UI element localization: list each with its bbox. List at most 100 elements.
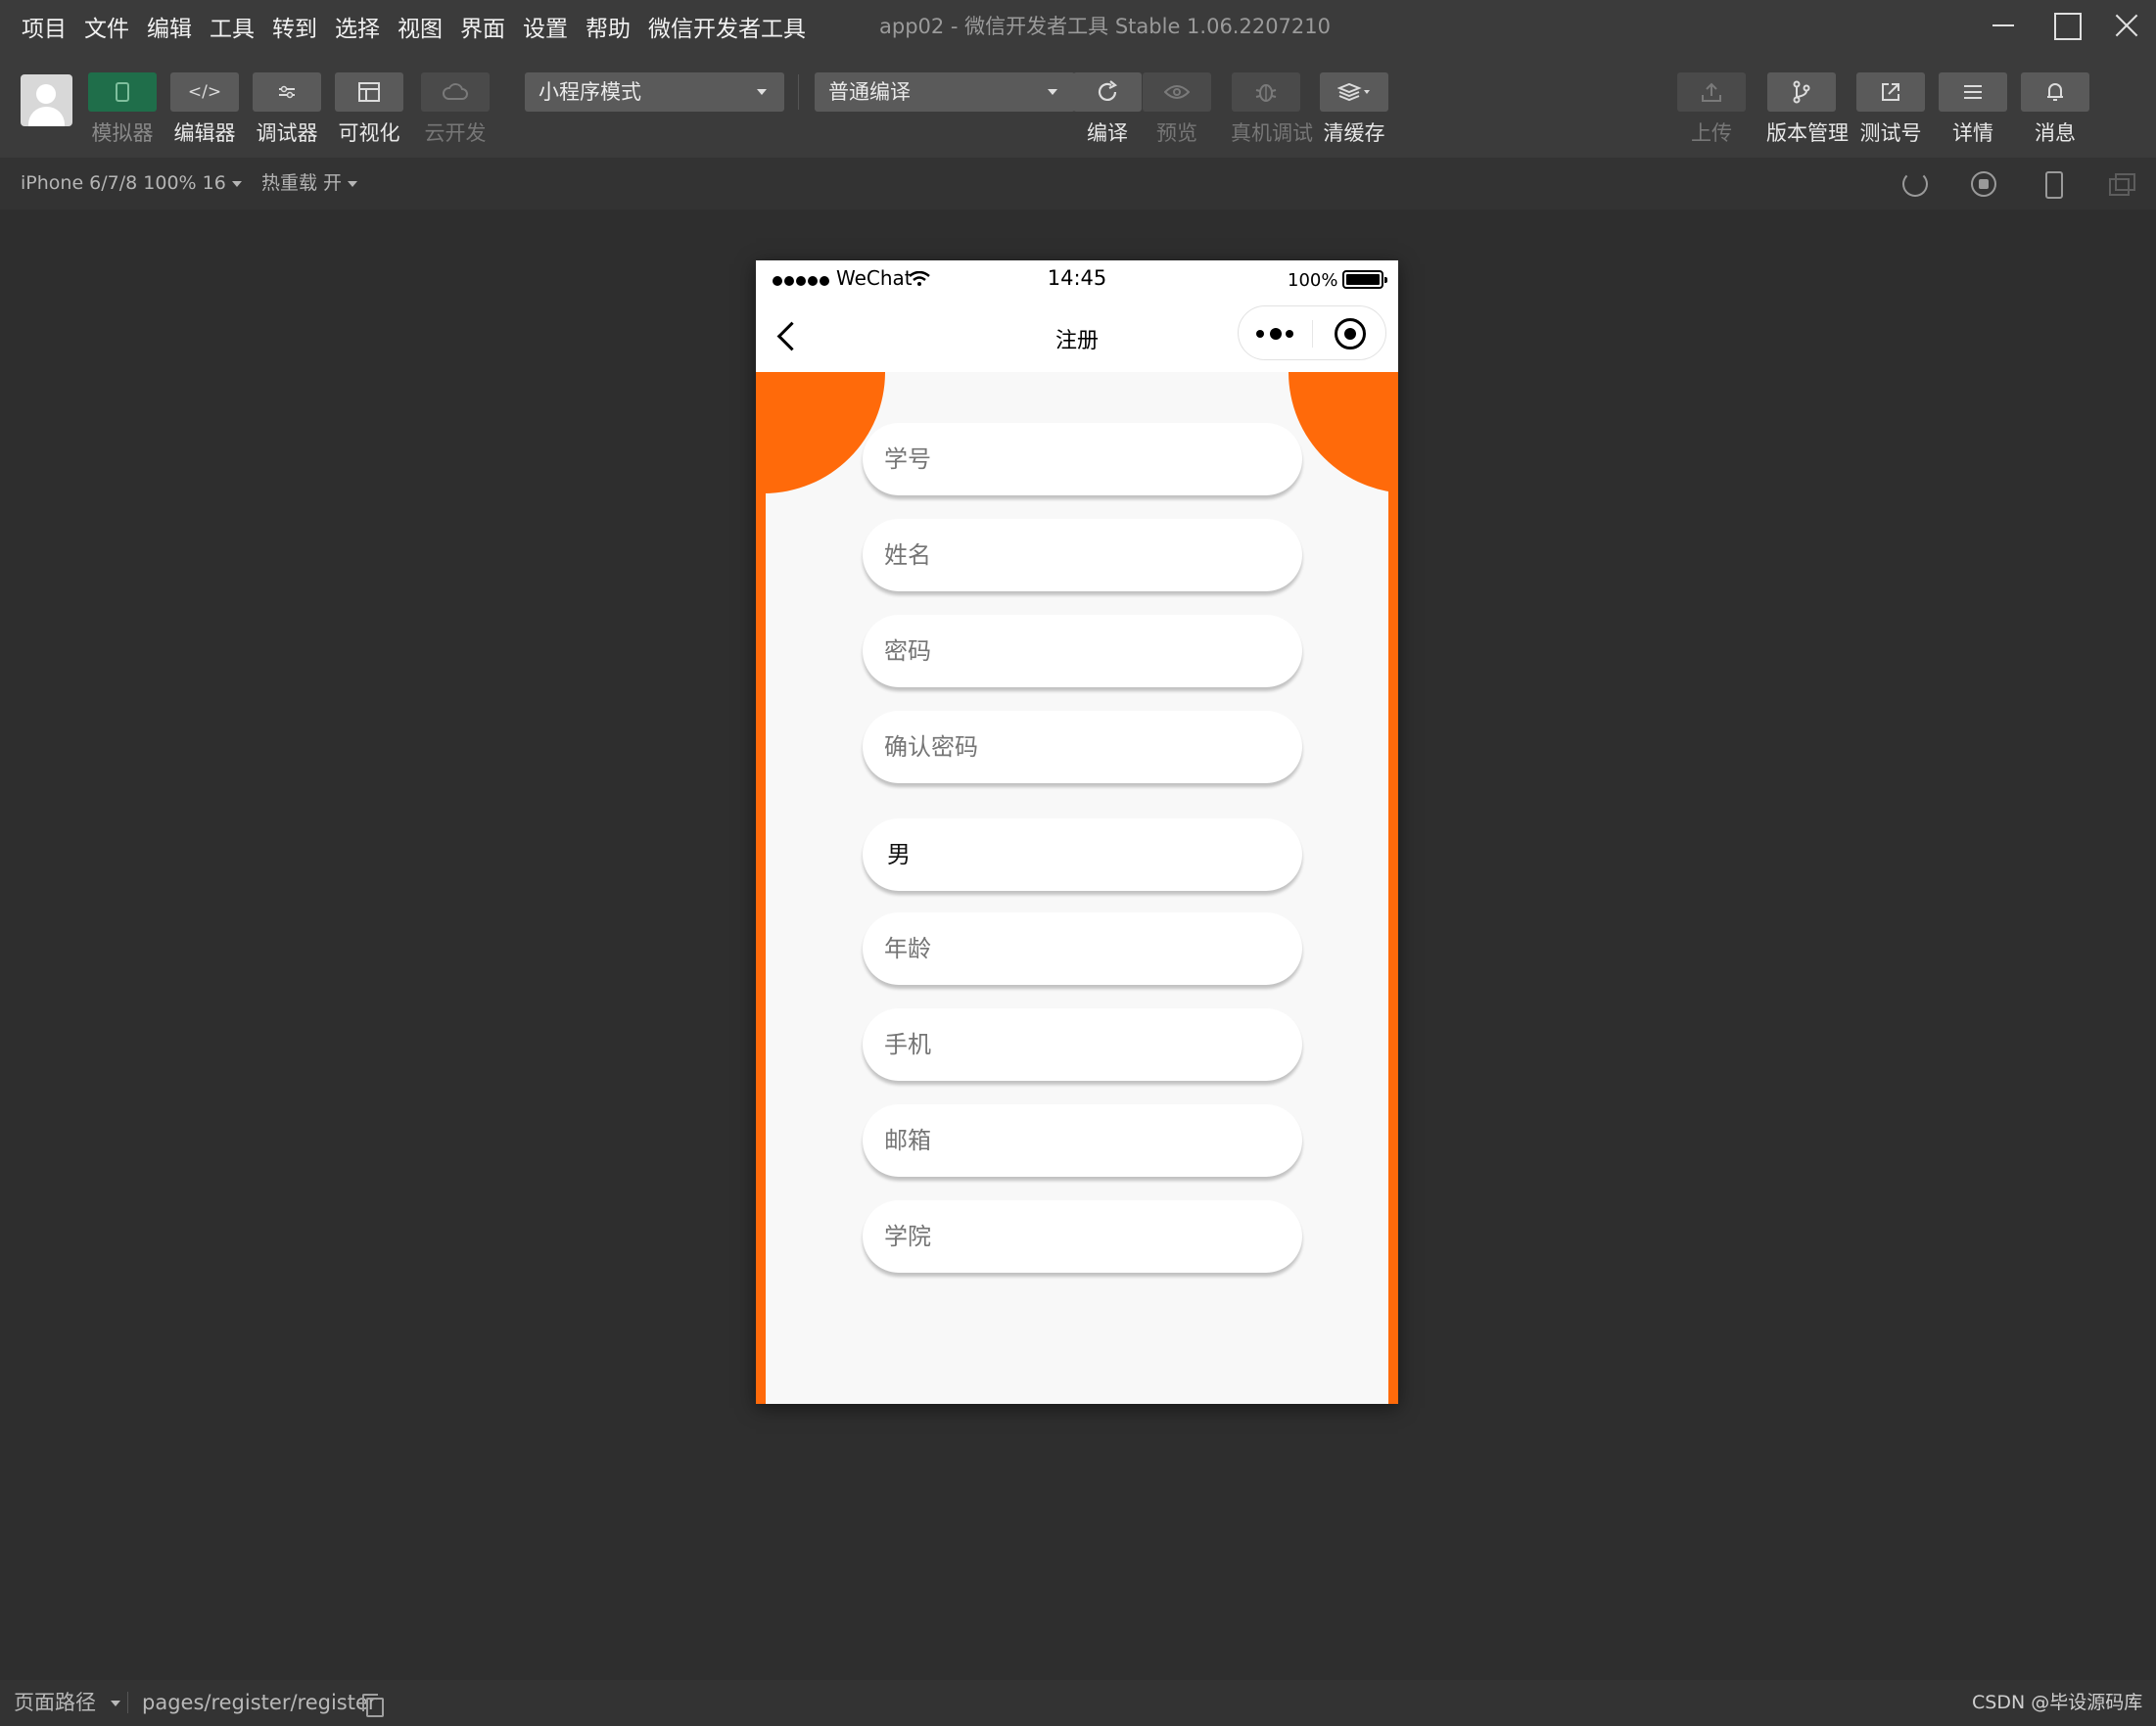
maximize-icon[interactable] (2046, 8, 2086, 43)
layout-icon (335, 72, 403, 112)
capsule-divider (1312, 320, 1313, 348)
compile-button[interactable]: 编译 (1072, 72, 1143, 147)
student-id-input[interactable] (863, 423, 1302, 495)
cloud-icon (421, 72, 490, 112)
age-input[interactable] (863, 912, 1302, 985)
gender-picker[interactable]: 男 (863, 818, 1302, 891)
mode-select-value: 小程序模式 (539, 80, 641, 104)
register-page: 男 (756, 372, 1398, 1404)
menu-icon (1939, 72, 2007, 112)
refresh-icon[interactable] (1902, 171, 1928, 197)
version-label: 版本管理 (1766, 121, 1849, 145)
phone-nav-bar: 注册 (756, 300, 1398, 372)
details-button[interactable]: 详情 (1938, 72, 2008, 147)
version-button[interactable]: 版本管理 (1766, 72, 1849, 147)
menu-settings[interactable]: 设置 (523, 10, 568, 43)
test-account-button[interactable]: 测试号 (1855, 72, 1926, 147)
cloud-button[interactable]: 云开发 (420, 72, 491, 147)
menu-project[interactable]: 项目 (22, 10, 67, 43)
device-bar: iPhone 6/7/8 100% 16 热重载 开 (0, 158, 2156, 210)
bug-icon (1232, 72, 1300, 112)
refresh-icon (1073, 72, 1142, 112)
visual-button[interactable]: 可视化 (334, 72, 404, 147)
more-icon[interactable] (1256, 328, 1299, 340)
editor-button[interactable]: </> 编辑器 (169, 72, 240, 147)
avatar[interactable] (21, 74, 72, 126)
page-path-label: 页面路径 (14, 1691, 96, 1714)
preview-button[interactable]: 预览 (1142, 72, 1212, 147)
chevron-down-icon (348, 180, 358, 187)
windows-icon[interactable] (2107, 171, 2135, 197)
toolbar-divider (798, 74, 799, 110)
menu-goto[interactable]: 转到 (272, 10, 317, 43)
compile-select-value: 普通编译 (828, 80, 911, 104)
details-label: 详情 (1952, 121, 1993, 145)
chevron-down-icon (1048, 89, 1057, 95)
clear-cache-button[interactable]: 清缓存 (1319, 72, 1389, 147)
menu-items: 项目 文件 编辑 工具 转到 选择 视图 界面 设置 帮助 微信开发者工具 (22, 0, 823, 53)
layers-icon (1320, 72, 1388, 112)
menu-select[interactable]: 选择 (335, 10, 380, 43)
battery-icon (1342, 270, 1387, 289)
external-link-icon (1856, 72, 1925, 112)
page-path-toggle[interactable]: 页面路径 (14, 1680, 120, 1726)
minimize-icon[interactable] (1984, 8, 2023, 43)
simulator-label: 模拟器 (91, 121, 154, 145)
battery-percent: 100% (1288, 270, 1338, 291)
menu-tools[interactable]: 工具 (210, 10, 255, 43)
menu-view[interactable]: 视图 (398, 10, 443, 43)
bottom-status-bar: 页面路径 pages/register/register CSDN @毕设源码库 (0, 1680, 2156, 1726)
hot-reload-value: 热重载 开 (261, 172, 343, 194)
simulator-button[interactable]: 模拟器 (87, 72, 158, 147)
device-select-value: iPhone 6/7/8 100% 16 (21, 172, 226, 194)
remote-debug-button[interactable]: 真机调试 (1231, 72, 1313, 147)
hot-reload-toggle[interactable]: 热重载 开 (261, 158, 358, 210)
upload-button[interactable]: 上传 (1676, 72, 1747, 147)
menu-wechat-devtools[interactable]: 微信开发者工具 (648, 10, 806, 43)
bell-icon (2021, 72, 2089, 112)
menu-file[interactable]: 文件 (84, 10, 129, 43)
copy-icon[interactable] (362, 1694, 384, 1717)
close-target-icon[interactable] (1335, 318, 1366, 350)
watermark: CSDN @毕设源码库 (1972, 1692, 2143, 1713)
close-icon[interactable] (2107, 8, 2146, 43)
bottom-divider (127, 1692, 128, 1713)
code-icon: </> (170, 72, 239, 112)
chevron-down-icon (231, 180, 242, 187)
messages-label: 消息 (2035, 121, 2076, 145)
phone-simulator: WeChat 14:45 100% 注册 男 (756, 260, 1398, 1404)
messages-button[interactable]: 消息 (2020, 72, 2090, 147)
phone-status-bar: WeChat 14:45 100% (756, 260, 1398, 300)
name-input[interactable] (863, 519, 1302, 591)
form-background: 男 (756, 372, 1398, 1404)
menu-bar: 项目 文件 编辑 工具 转到 选择 视图 界面 设置 帮助 微信开发者工具 ap… (0, 0, 2156, 53)
editor-label: 编辑器 (173, 121, 236, 145)
email-input[interactable] (863, 1104, 1302, 1177)
sliders-icon (253, 72, 321, 112)
record-icon[interactable] (1971, 171, 1996, 197)
toolbar: 模拟器 </> 编辑器 调试器 可视化 云开发 小程序模式 普通编译 编译 预览… (0, 53, 2156, 158)
college-input[interactable] (863, 1200, 1302, 1273)
page-path-value: pages/register/register (142, 1691, 377, 1714)
window-title: app02 - 微信开发者工具 Stable 1.06.2207210 (879, 15, 1332, 38)
confirm-password-input[interactable] (863, 711, 1302, 783)
menu-interface[interactable]: 界面 (460, 10, 505, 43)
test-account-label: 测试号 (1859, 121, 1922, 145)
compile-select[interactable]: 普通编译 (815, 72, 1075, 112)
menu-edit[interactable]: 编辑 (147, 10, 192, 43)
debugger-label: 调试器 (256, 121, 318, 145)
menu-help[interactable]: 帮助 (586, 10, 631, 43)
phone-input[interactable] (863, 1008, 1302, 1081)
debugger-button[interactable]: 调试器 (252, 72, 322, 147)
device-select[interactable]: iPhone 6/7/8 100% 16 (21, 158, 242, 210)
password-input[interactable] (863, 615, 1302, 687)
cloud-label: 云开发 (424, 121, 487, 145)
orange-corner-decoration (1289, 372, 1398, 493)
menu-capsule (1238, 305, 1386, 360)
mode-select[interactable]: 小程序模式 (525, 72, 784, 112)
phone-icon (88, 72, 157, 112)
chevron-down-icon (757, 89, 767, 95)
upload-label: 上传 (1691, 121, 1732, 145)
phone-icon[interactable] (2039, 171, 2065, 199)
compile-label: 编译 (1087, 121, 1128, 145)
